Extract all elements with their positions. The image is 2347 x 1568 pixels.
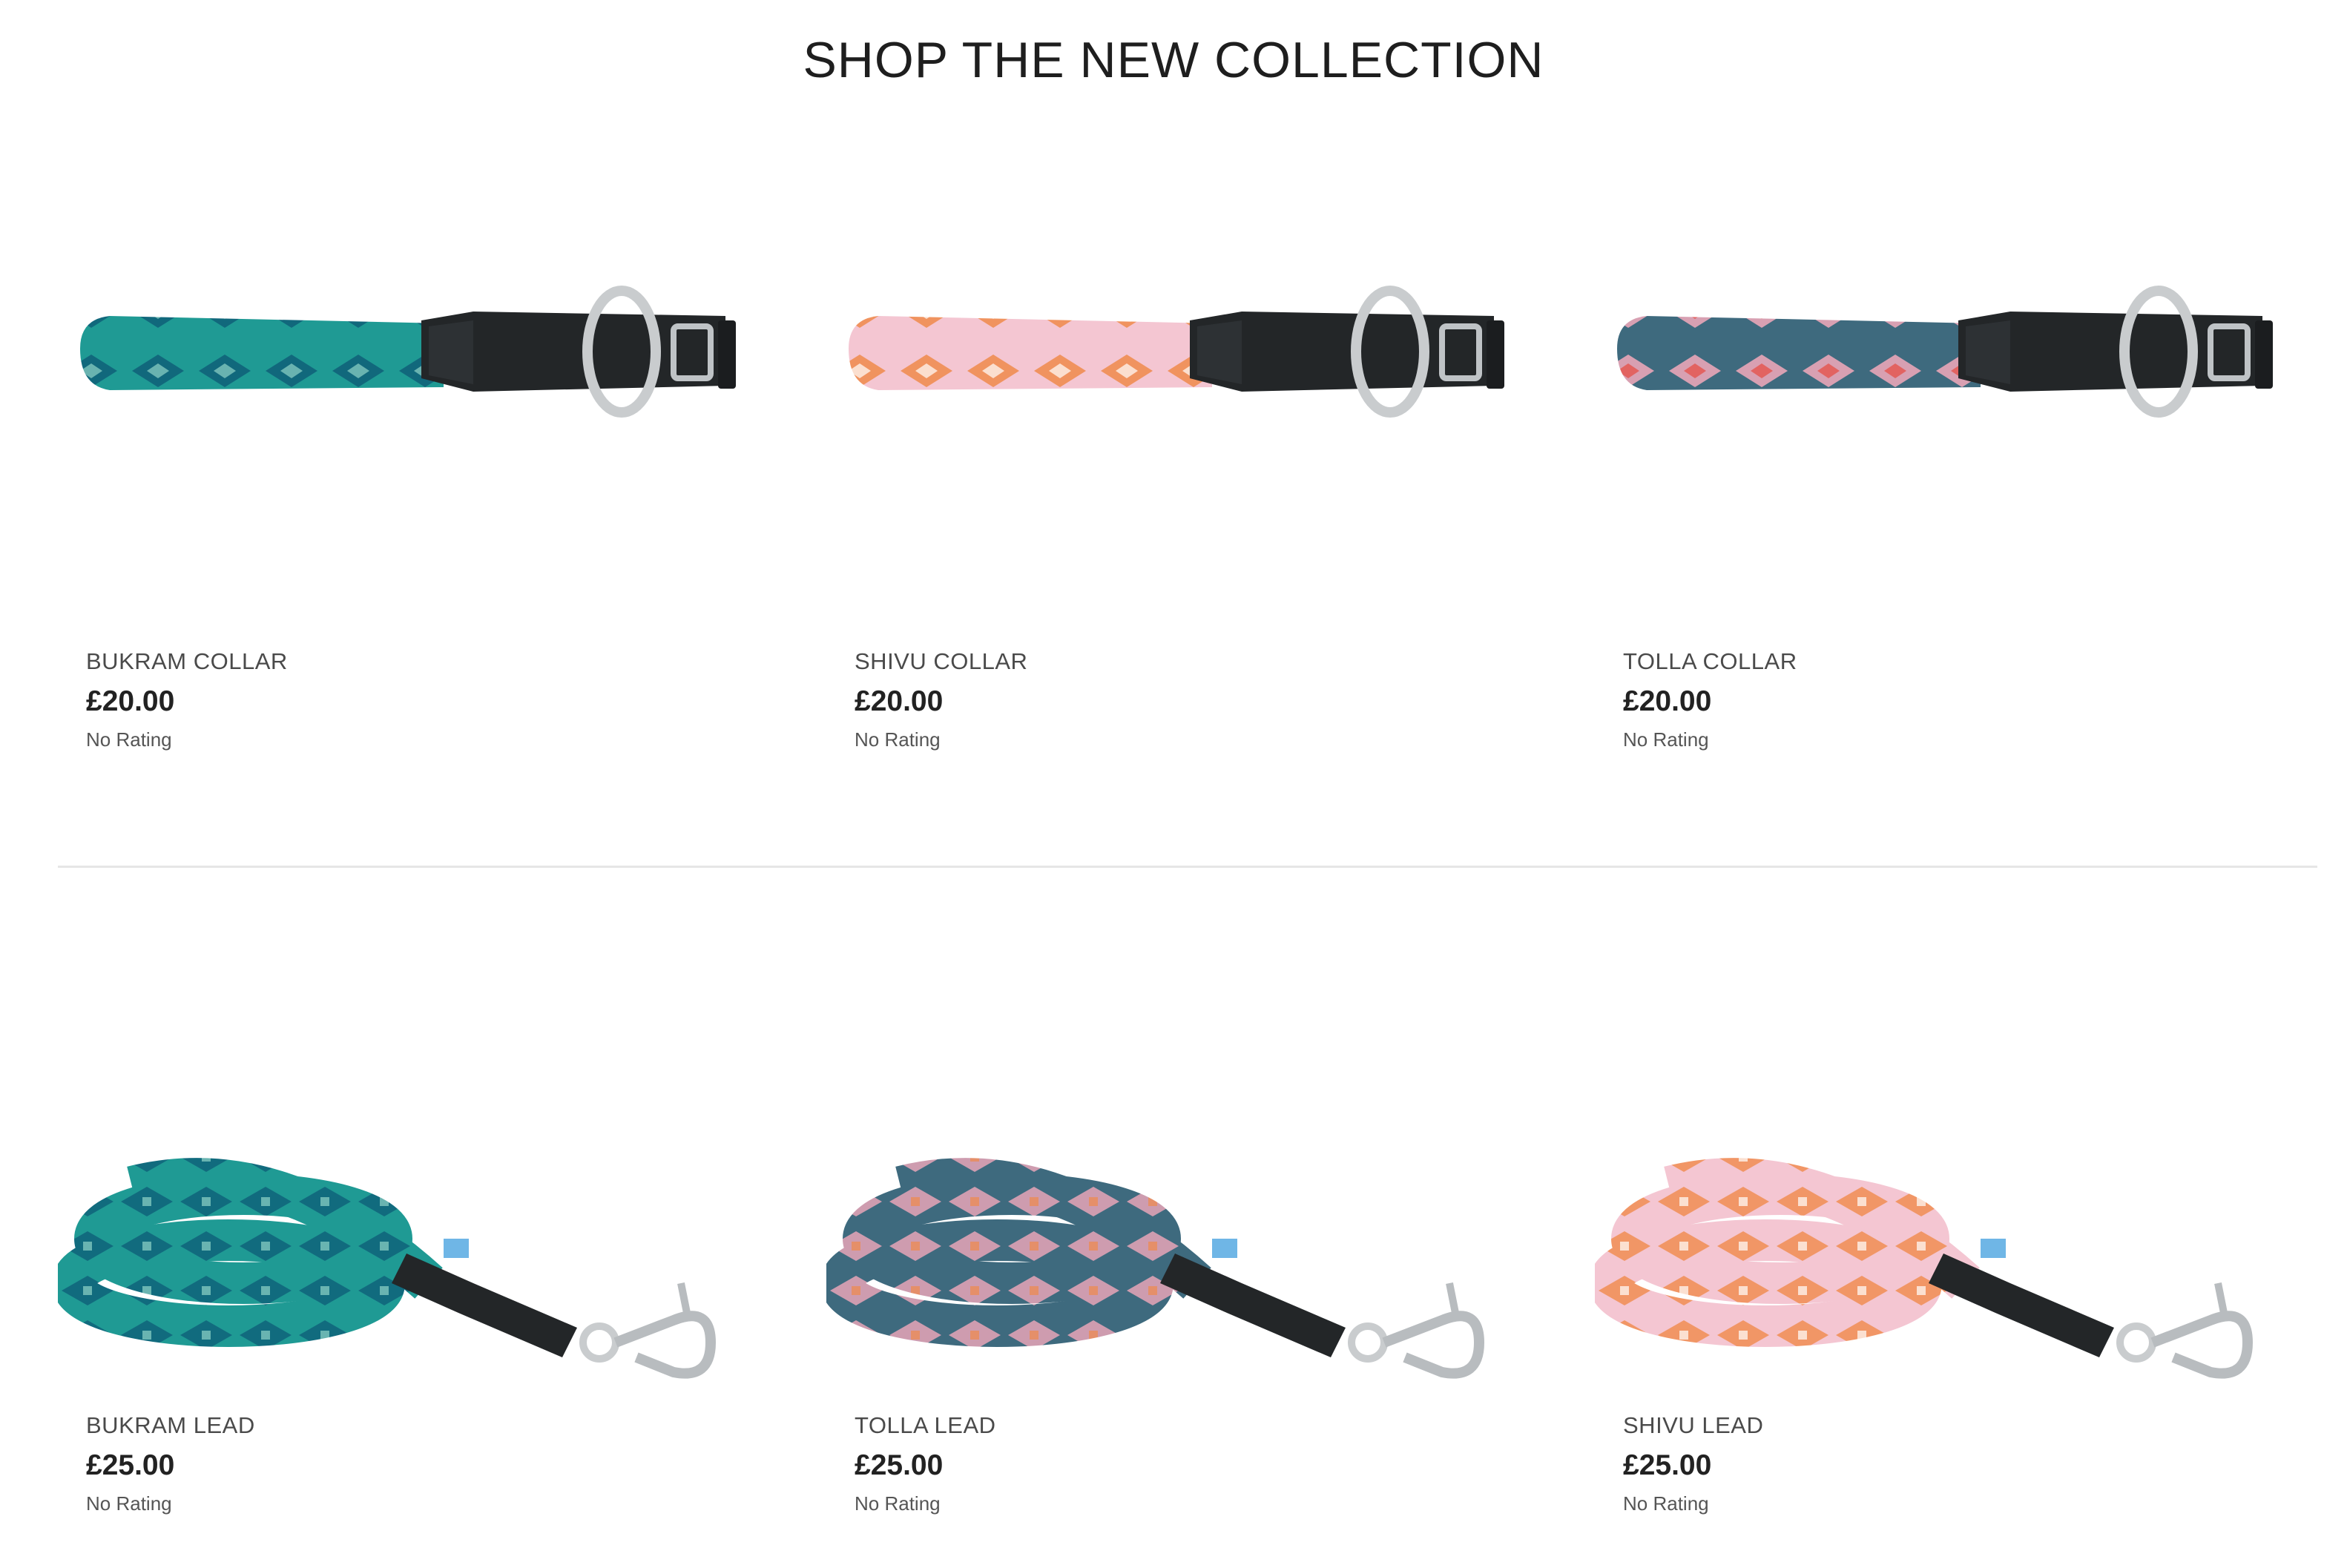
product-image[interactable] (58, 868, 814, 1387)
product-name[interactable]: SHIVU COLLAR (855, 648, 1027, 675)
product-price: £25.00 (86, 1449, 175, 1481)
product-card[interactable]: BUKRAM COLLAR £20.00 No Rating (58, 104, 814, 846)
lead-image (58, 1158, 717, 1379)
product-price: £25.00 (855, 1449, 944, 1481)
product-card[interactable]: SHIVU LEAD £25.00 No Rating (1595, 868, 2347, 1568)
lead-image (1595, 1158, 2254, 1379)
product-collection-page: SHOP THE NEW COLLECTION BUKRAM COLLAR £2… (0, 0, 2347, 1568)
product-rating: No Rating (855, 1492, 941, 1515)
product-name[interactable]: BUKRAM LEAD (86, 1412, 255, 1439)
product-rating: No Rating (1623, 728, 1709, 751)
product-price: £20.00 (86, 685, 175, 717)
product-name[interactable]: TOLLA LEAD (855, 1412, 996, 1439)
product-card[interactable]: TOLLA COLLAR £20.00 No Rating (1595, 104, 2347, 846)
product-row: BUKRAM COLLAR £20.00 No Rating SHIVU COL… (58, 104, 2317, 868)
product-price: £20.00 (855, 685, 944, 717)
product-image[interactable] (1595, 104, 2347, 623)
lead-image (826, 1158, 1485, 1379)
product-card[interactable]: BUKRAM LEAD £25.00 No Rating (58, 868, 814, 1568)
product-image[interactable] (58, 104, 814, 623)
product-rating: No Rating (86, 728, 172, 751)
collar-image (849, 286, 1504, 418)
product-name[interactable]: BUKRAM COLLAR (86, 648, 288, 675)
section-title: SHOP THE NEW COLLECTION (803, 32, 1544, 88)
product-price: £20.00 (1623, 685, 1712, 717)
product-grid: BUKRAM COLLAR £20.00 No Rating SHIVU COL… (58, 104, 2317, 1568)
product-card[interactable]: TOLLA LEAD £25.00 No Rating (826, 868, 1583, 1568)
collar-image (80, 286, 736, 418)
product-name[interactable]: SHIVU LEAD (1623, 1412, 1763, 1439)
product-rating: No Rating (86, 1492, 172, 1515)
product-rating: No Rating (855, 728, 941, 751)
product-card[interactable]: SHIVU COLLAR £20.00 No Rating (826, 104, 1583, 846)
product-image[interactable] (826, 868, 1583, 1387)
product-image[interactable] (1595, 868, 2347, 1387)
collar-image (1617, 286, 2273, 418)
product-price: £25.00 (1623, 1449, 1712, 1481)
product-rating: No Rating (1623, 1492, 1709, 1515)
product-row: BUKRAM LEAD £25.00 No Rating TOLLA LEAD … (58, 868, 2317, 1568)
product-image[interactable] (826, 104, 1583, 623)
product-name[interactable]: TOLLA COLLAR (1623, 648, 1797, 675)
